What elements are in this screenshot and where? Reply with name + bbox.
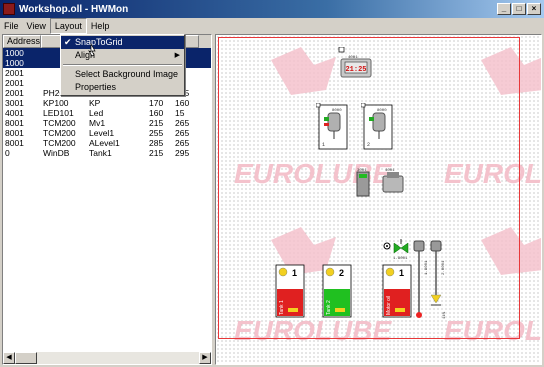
scroll-left-icon[interactable]: ◀ (3, 352, 15, 364)
tank-label: Tank 1 (279, 300, 285, 315)
table-cell: Led (89, 108, 104, 118)
table-cell: 2001 (5, 68, 24, 78)
close-button[interactable]: × (527, 3, 541, 15)
sensor-code-1: 1.8001 (425, 260, 429, 275)
level-tag: 11% (443, 311, 447, 319)
table-cell: TCM200 (43, 128, 76, 138)
table-cell: 0 (5, 148, 10, 158)
svg-text:4001: 4001 (348, 56, 358, 60)
table-cell: TCM200 (43, 118, 76, 128)
column-header-address[interactable]: Address (3, 35, 41, 48)
table-cell: 255 (149, 128, 164, 138)
table-row[interactable]: 8001 TCM200 Level1 255 265 (3, 128, 211, 138)
table-cell: 295 (175, 148, 190, 158)
mouse-cursor-icon (88, 43, 96, 57)
table-row[interactable]: 4001 LED101 Led 160 15 (3, 108, 211, 118)
table-row[interactable]: 8001 TCM200 ALevel1 285 265 (3, 138, 211, 148)
table-cell: 4001 (5, 108, 24, 118)
controller-right-num: 2 (367, 142, 370, 148)
tank-label: Tank 2 (326, 300, 332, 315)
table-cell: 215 (149, 148, 164, 158)
menu-help[interactable]: Help (87, 18, 114, 34)
table-cell: Mv1 (89, 118, 106, 128)
table-cell: 265 (175, 118, 190, 128)
table-cell: 160 (149, 108, 164, 118)
app-icon (3, 3, 15, 15)
title-bar[interactable]: Workshop.oll - HWMon _ □ × (0, 0, 544, 18)
horizontal-scrollbar[interactable]: ◀ ▶ (3, 352, 211, 364)
tank-number: 1 (292, 268, 297, 278)
menu-item-properties[interactable]: Properties (61, 81, 184, 94)
table-cell: WinDB (43, 148, 70, 158)
table-cell: 3001 (5, 98, 24, 108)
controller-right-code: 8000 (377, 109, 387, 113)
table-cell: 8001 (5, 128, 24, 138)
table-cell: 160 (175, 98, 190, 108)
table-cell: 15 (175, 108, 185, 118)
tank-number: 2 (339, 268, 344, 278)
controller-left[interactable]: 8000 1 (316, 103, 350, 153)
scroll-thumb[interactable] (15, 352, 37, 364)
menu-item-snap-to-grid[interactable]: ✔ SnapToGrid (61, 36, 184, 49)
maximize-button[interactable]: □ (512, 3, 526, 15)
controller-left-code: 8000 (332, 109, 342, 113)
layout-canvas[interactable]: EUROLUBE EUROLUBE EUROLUBE EUROLUBE 21:2… (215, 34, 542, 365)
scroll-right-icon[interactable]: ▶ (199, 352, 211, 364)
table-cell: TCM200 (43, 138, 76, 148)
table-cell: 2001 (5, 88, 24, 98)
table-cell: 170 (149, 98, 164, 108)
tank-2[interactable]: 2 Tank 2 (321, 263, 353, 319)
menu-bar: File View Layout Help (0, 18, 544, 34)
table-cell: 1000 (5, 48, 24, 58)
clock-device[interactable]: 21:25 4001 (336, 47, 376, 79)
layout-dropdown-menu: ✔ SnapToGrid Align ▶ Select Background I… (60, 34, 185, 96)
sensor-code-2: 2.8001 (442, 260, 446, 275)
table-row[interactable]: 3001 KP100 KP 170 160 (3, 98, 211, 108)
small-device-right-code: 4001 (385, 169, 395, 173)
table-cell: 285 (149, 138, 164, 148)
controller-right[interactable]: 8000 2 (361, 103, 395, 153)
table-cell: 8001 (5, 118, 24, 128)
valve-sensor-group[interactable]: 1.8001 1.8001 2.8001 11% (381, 235, 451, 325)
tank-1[interactable]: 1 Tank 1 (274, 263, 306, 319)
table-cell: 2001 (5, 78, 24, 88)
table-cell: 1000 (5, 58, 24, 68)
small-devices[interactable]: 3001 4001 (351, 168, 411, 202)
small-device-left-code: 3001 (357, 169, 367, 173)
table-cell: LED101 (43, 108, 74, 118)
table-cell: 215 (149, 118, 164, 128)
menu-view[interactable]: View (23, 18, 50, 34)
minimize-button[interactable]: _ (497, 3, 511, 15)
table-cell: KP (89, 98, 101, 108)
table-cell: 265 (175, 138, 190, 148)
submenu-arrow-icon: ▶ (174, 52, 180, 59)
menu-item-select-background-image[interactable]: Select Background Image (61, 68, 184, 81)
table-cell: KP100 (43, 98, 69, 108)
menu-file[interactable]: File (0, 18, 23, 34)
valve-code: 1.8001 (393, 257, 408, 261)
table-cell: ALevel1 (89, 138, 120, 148)
clock-display: 21:25 (345, 66, 366, 74)
table-cell: 8001 (5, 138, 24, 148)
table-cell: Level1 (89, 128, 115, 138)
window-title: Workshop.oll - HWMon (19, 3, 129, 15)
menu-item-align[interactable]: Align ▶ (61, 49, 184, 62)
table-row[interactable]: 0 WinDB Tank1 215 295 (3, 148, 211, 158)
menu-layout[interactable]: Layout (49, 18, 87, 34)
table-cell: Tank1 (89, 148, 112, 158)
table-cell: 265 (175, 128, 190, 138)
table-row[interactable]: 8001 TCM200 Mv1 215 265 (3, 118, 211, 128)
scroll-track[interactable] (37, 352, 199, 364)
check-icon: ✔ (64, 37, 72, 47)
controller-left-num: 1 (322, 142, 325, 148)
